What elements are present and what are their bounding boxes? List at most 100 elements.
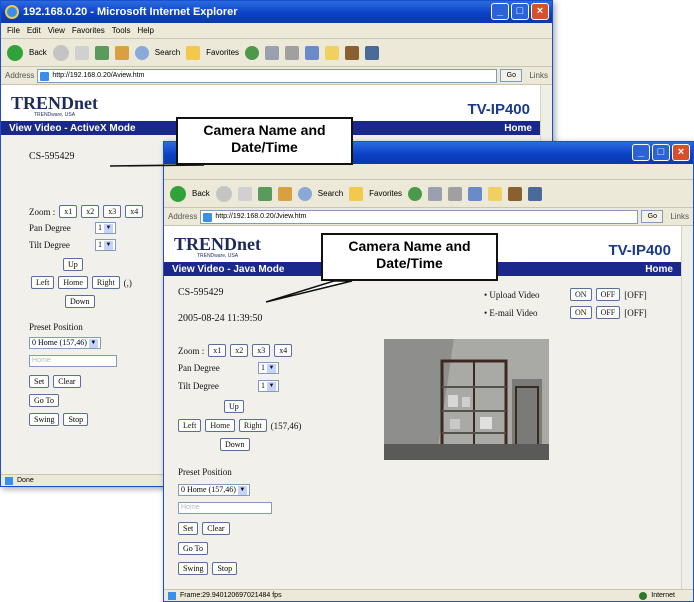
swing-button[interactable]: Swing — [178, 562, 209, 575]
pan-buttons-row: Left Home Right (157,46) — [178, 419, 301, 432]
right-button[interactable]: Right — [238, 419, 267, 432]
pan-degree-select[interactable]: 1 ▼ — [95, 222, 116, 234]
edit-icon[interactable] — [305, 45, 320, 60]
messenger-icon[interactable] — [528, 186, 543, 201]
right-button[interactable]: Right — [91, 276, 120, 289]
zoom-x2-button[interactable]: x2 — [81, 205, 100, 218]
favorites-star-icon[interactable] — [349, 186, 364, 201]
minimize-button[interactable]: _ — [491, 3, 509, 20]
menu-tools[interactable]: Tools — [112, 26, 131, 35]
zoom-x1-button[interactable]: x1 — [208, 344, 227, 357]
video-feed[interactable] — [384, 339, 549, 460]
back-arrow-icon[interactable] — [7, 44, 23, 61]
preset-select[interactable]: 0 Home (157,46) ▼ — [178, 484, 250, 496]
swing-button[interactable]: Swing — [29, 413, 60, 426]
favorites-star-icon[interactable] — [186, 45, 201, 60]
back-label[interactable]: Back — [192, 189, 210, 198]
window-titlebar[interactable]: 192.168.0.20 - Microsoft Internet Explor… — [1, 1, 552, 23]
zoom-x2-button[interactable]: x2 — [230, 344, 249, 357]
print-icon[interactable] — [285, 45, 300, 60]
set-button[interactable]: Set — [178, 522, 199, 535]
email-off-button[interactable]: OFF — [595, 306, 621, 319]
refresh-icon[interactable] — [257, 186, 272, 201]
close-button[interactable]: × — [531, 3, 549, 20]
links-label[interactable]: Links — [525, 71, 552, 80]
address-input[interactable]: http://192.168.0.20/Aview.htm — [37, 68, 498, 83]
up-button[interactable]: Up — [224, 400, 244, 413]
minimize-button[interactable]: _ — [632, 144, 650, 161]
research-icon[interactable] — [508, 186, 523, 201]
email-on-button[interactable]: ON — [570, 306, 592, 319]
zoom-x3-button[interactable]: x3 — [252, 344, 271, 357]
zoom-x3-button[interactable]: x3 — [103, 205, 122, 218]
zoom-x1-button[interactable]: x1 — [59, 205, 78, 218]
zoom-label: Zoom : — [178, 345, 205, 356]
search-icon[interactable] — [297, 186, 312, 201]
goto-button[interactable]: Go To — [29, 394, 59, 407]
research-icon[interactable] — [345, 45, 360, 60]
home-icon[interactable] — [277, 186, 292, 201]
folder-icon[interactable] — [488, 186, 503, 201]
menu-edit[interactable]: Edit — [27, 26, 41, 35]
preset-name-input[interactable]: Home — [178, 502, 272, 514]
media-icon[interactable] — [245, 45, 260, 60]
address-input[interactable]: http://192.168.0.20/Jview.htm — [200, 209, 639, 224]
edit-icon[interactable] — [468, 186, 483, 201]
messenger-icon[interactable] — [365, 45, 380, 60]
favorites-label[interactable]: Favorites — [206, 48, 239, 57]
home-icon[interactable] — [114, 45, 129, 60]
forward-arrow-icon[interactable] — [52, 44, 69, 61]
maximize-button[interactable]: □ — [652, 144, 670, 161]
back-arrow-icon[interactable] — [170, 185, 186, 202]
go-button[interactable]: Go — [500, 69, 523, 82]
zoom-x4-button[interactable]: x4 — [274, 344, 293, 357]
menu-view[interactable]: View — [48, 26, 65, 35]
set-button[interactable]: Set — [29, 375, 50, 388]
back-label[interactable]: Back — [29, 48, 47, 57]
menu-help[interactable]: Help — [137, 26, 153, 35]
home-button[interactable]: Home — [58, 276, 88, 289]
search-icon[interactable] — [134, 45, 149, 60]
home-link[interactable]: Home — [645, 264, 673, 275]
menu-favorites[interactable]: Favorites — [72, 26, 105, 35]
links-label[interactable]: Links — [666, 212, 693, 221]
maximize-button[interactable]: □ — [511, 3, 529, 20]
pan-buttons-row: Left Home Right (,) — [31, 276, 132, 289]
favorites-label[interactable]: Favorites — [369, 189, 402, 198]
history-icon[interactable] — [265, 45, 280, 60]
media-icon[interactable] — [408, 186, 423, 201]
stop-icon[interactable] — [74, 45, 89, 60]
goto-button[interactable]: Go To — [178, 542, 208, 555]
upload-off-button[interactable]: OFF — [595, 288, 621, 301]
zoom-x4-button[interactable]: x4 — [125, 205, 144, 218]
clear-button[interactable]: Clear — [202, 522, 230, 535]
upload-on-button[interactable]: ON — [570, 288, 592, 301]
home-link[interactable]: Home — [504, 123, 532, 134]
clear-button[interactable]: Clear — [53, 375, 81, 388]
search-label[interactable]: Search — [155, 48, 180, 57]
home-button[interactable]: Home — [205, 419, 235, 432]
go-button[interactable]: Go — [641, 210, 664, 223]
stop-button[interactable]: Stop — [212, 562, 238, 575]
menu-file[interactable]: File — [7, 26, 20, 35]
print-icon[interactable] — [448, 186, 463, 201]
stop-icon[interactable] — [237, 186, 252, 201]
history-icon[interactable] — [428, 186, 443, 201]
search-label[interactable]: Search — [318, 189, 343, 198]
up-button[interactable]: Up — [63, 258, 83, 271]
left-button[interactable]: Left — [178, 419, 202, 432]
preset-select[interactable]: 0 Home (157,46) ▼ — [29, 337, 101, 349]
preset-name-input[interactable]: Home — [29, 355, 117, 367]
stop-button[interactable]: Stop — [63, 413, 89, 426]
refresh-icon[interactable] — [94, 45, 109, 60]
close-button[interactable]: × — [672, 144, 690, 161]
down-button[interactable]: Down — [65, 295, 95, 308]
forward-arrow-icon[interactable] — [215, 185, 232, 202]
folder-icon[interactable] — [325, 45, 340, 60]
tilt-degree-select[interactable]: 1 ▼ — [258, 380, 279, 392]
down-button[interactable]: Down — [220, 438, 250, 451]
tilt-degree-select[interactable]: 1 ▼ — [95, 239, 116, 251]
left-button[interactable]: Left — [31, 276, 55, 289]
pan-degree-select[interactable]: 1 ▼ — [258, 362, 279, 374]
vertical-scrollbar[interactable] — [681, 226, 693, 591]
